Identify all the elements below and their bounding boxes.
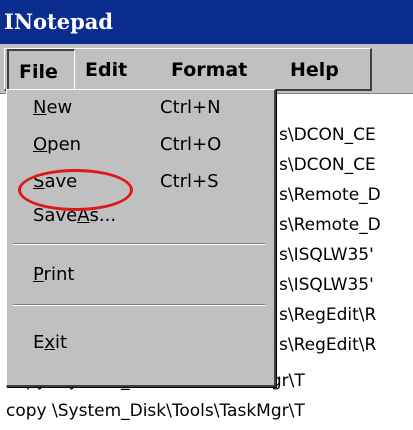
menu-help[interactable]: Help: [290, 49, 339, 92]
menu-edit-label: Edit: [85, 59, 128, 81]
menu-item-save-label: Save: [33, 171, 78, 192]
menu-item-exit-label: Exit: [33, 332, 68, 353]
text-line: s\RegEdit\R: [279, 305, 377, 325]
text-line: s\ISQLW35': [279, 275, 374, 295]
menu-format-label: Format: [171, 59, 248, 81]
text-line: s\Remote_D: [279, 215, 381, 235]
menu-file[interactable]: File: [7, 49, 75, 92]
menu-bar-panel: File Edit Format Help: [4, 48, 372, 92]
text-line: s\Remote_D: [279, 185, 381, 205]
menu-file-label: File: [19, 61, 58, 83]
text-line: s\ISQLW35': [279, 245, 374, 265]
menu-item-new-shortcut: Ctrl+N: [160, 97, 221, 118]
menu-separator: [13, 304, 265, 306]
window-title-bar: INotepad: [0, 0, 413, 44]
menu-item-print[interactable]: Print: [7, 258, 273, 292]
text-line: s\DCON_CE: [279, 125, 376, 145]
text-line: copy \System_Disk\Tools\TaskMgr\T: [6, 401, 305, 421]
window-title: INotepad: [4, 9, 114, 34]
file-menu-dropdown: New Ctrl+N Open Ctrl+O Save Ctrl+S SaveA…: [6, 89, 276, 387]
text-line: s\DCON_CE: [279, 155, 376, 175]
menu-item-save-shortcut: Ctrl+S: [160, 171, 219, 192]
menu-item-save-as-label: SaveAs...: [33, 205, 117, 226]
menu-separator: [13, 243, 265, 245]
menu-item-open-shortcut: Ctrl+O: [160, 134, 222, 155]
menu-help-label: Help: [290, 59, 339, 81]
menu-item-exit[interactable]: Exit: [7, 326, 273, 360]
text-line: s\RegEdit\R: [279, 335, 377, 355]
menu-item-save[interactable]: Save Ctrl+S: [7, 165, 273, 199]
menu-item-new-label: New: [33, 97, 73, 118]
menu-edit[interactable]: Edit: [85, 49, 127, 92]
menu-item-open[interactable]: Open Ctrl+O: [7, 128, 273, 162]
menu-item-save-as[interactable]: SaveAs...: [7, 199, 273, 233]
menu-format[interactable]: Format: [171, 49, 247, 92]
menu-bar: File Edit Format Help: [0, 44, 413, 94]
menu-item-open-label: Open: [33, 134, 82, 155]
menu-item-print-label: Print: [33, 264, 75, 285]
menu-item-new[interactable]: New Ctrl+N: [7, 91, 273, 125]
